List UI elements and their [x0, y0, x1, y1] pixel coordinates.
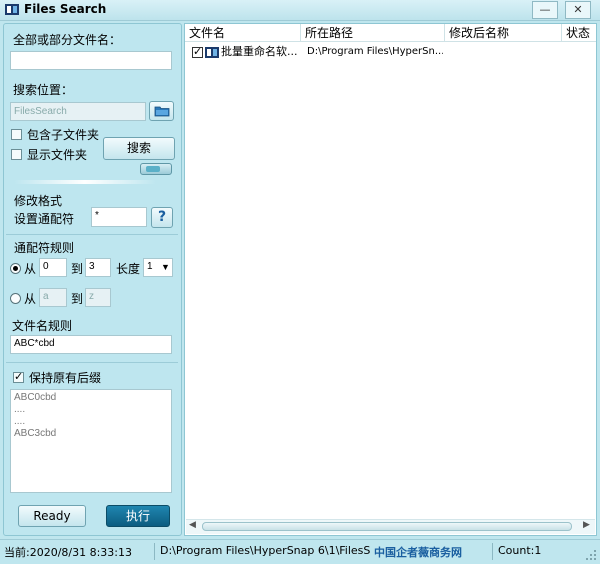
row-new-name: [449, 43, 559, 61]
location-input[interactable]: FilesSearch: [10, 102, 146, 121]
preview-line: ABC3cbd: [14, 428, 57, 439]
row-filename: 批量重命名软...: [221, 45, 298, 58]
modify-format-label: 修改格式: [14, 194, 63, 208]
alpha-range-radio[interactable]: [10, 293, 21, 304]
include-subfolders-checkbox[interactable]: [11, 129, 22, 140]
wildcard-input[interactable]: *: [91, 207, 147, 227]
location-label: 搜索位置：: [13, 83, 74, 97]
row-path: D:\Program Files\HyperSn...: [307, 46, 443, 57]
keep-suffix-label: 保持原有后缀: [29, 371, 102, 385]
scroll-right-icon[interactable]: ▶: [583, 520, 590, 530]
status-current-time: 当前:2020/8/31 8:33:13: [4, 546, 133, 559]
keep-suffix-checkbox[interactable]: [13, 370, 24, 383]
status-bar: 当前:2020/8/31 8:33:13 D:\Program Files\Hy…: [0, 539, 600, 564]
search-button[interactable]: 搜索: [103, 137, 175, 160]
status-watermark: 中国企者薇商务网: [374, 546, 462, 559]
status-count: Count:1: [498, 544, 542, 557]
help-button[interactable]: ?: [151, 207, 173, 228]
app-icon: [5, 4, 19, 15]
resize-grip-icon[interactable]: [585, 549, 597, 561]
filename-label: 全部或部分文件名：: [13, 33, 122, 47]
preview-line: ....: [14, 404, 26, 415]
scroll-left-icon[interactable]: ◀: [189, 520, 196, 530]
numeric-range-radio[interactable]: [10, 263, 21, 274]
alpha-to-label: 到: [71, 292, 84, 306]
show-folders-checkbox[interactable]: [11, 149, 22, 160]
filename-input[interactable]: [10, 51, 172, 70]
search-progress-indicator: [140, 163, 172, 175]
folder-icon: [154, 106, 169, 117]
alpha-from-input[interactable]: a: [39, 288, 67, 307]
filename-rule-label: 文件名规则: [12, 319, 73, 333]
execute-button[interactable]: 执行: [106, 505, 170, 527]
filename-rule-input[interactable]: ABC*cbd: [10, 335, 172, 354]
column-header-status[interactable]: 状态: [562, 24, 596, 42]
horizontal-scrollbar[interactable]: ◀ ▶: [186, 519, 595, 534]
window-title: Files Search: [24, 2, 107, 16]
column-header-new-name[interactable]: 修改后名称: [445, 24, 562, 42]
numeric-from-label: 从: [24, 262, 37, 276]
length-value: 1: [147, 261, 153, 272]
results-list: 文件名 所在路径 修改后名称 状态 批量重命名软... D:\Program F…: [184, 23, 597, 536]
status-separator: [492, 543, 493, 560]
status-separator: [154, 543, 155, 560]
divider-highlight: [14, 180, 156, 184]
wildcard-label: 设置通配符: [14, 212, 75, 226]
row-checkbox[interactable]: [192, 45, 203, 58]
row-status: [566, 43, 594, 61]
length-label: 长度: [116, 262, 141, 276]
preview-line: ABC0cbd: [14, 392, 57, 403]
alpha-from-label: 从: [24, 292, 37, 306]
chevron-down-icon: ▼: [161, 262, 170, 272]
numeric-to-label: 到: [71, 262, 84, 276]
numeric-to-input[interactable]: 3: [85, 258, 111, 277]
show-folders-label: 显示文件夹: [27, 148, 88, 162]
file-icon: [205, 47, 219, 58]
section-divider: [6, 234, 178, 235]
title-bar: Files Search — ✕: [0, 0, 600, 21]
preview-line: ....: [14, 416, 26, 427]
numeric-from-input[interactable]: 0: [39, 258, 67, 277]
column-header-path[interactable]: 所在路径: [301, 24, 445, 42]
close-button[interactable]: ✕: [565, 1, 591, 19]
scroll-thumb[interactable]: [202, 522, 572, 531]
table-row[interactable]: 批量重命名软... D:\Program Files\HyperSn...: [185, 43, 596, 61]
length-select[interactable]: 1 ▼: [143, 258, 173, 277]
column-header-filename[interactable]: 文件名: [185, 24, 301, 42]
wildcard-rules-label: 通配符规则: [14, 241, 75, 255]
preview-textarea[interactable]: ABC0cbd .... .... ABC3cbd: [10, 389, 172, 493]
browse-folder-button[interactable]: [149, 101, 174, 121]
ready-button[interactable]: Ready: [18, 505, 86, 527]
section-divider: [6, 362, 178, 363]
minimize-button[interactable]: —: [532, 1, 558, 19]
alpha-to-input[interactable]: z: [85, 288, 111, 307]
include-subfolders-label: 包含子文件夹: [27, 128, 100, 142]
status-path: D:\Program Files\HyperSnap 6\1\FilesS: [160, 544, 371, 557]
